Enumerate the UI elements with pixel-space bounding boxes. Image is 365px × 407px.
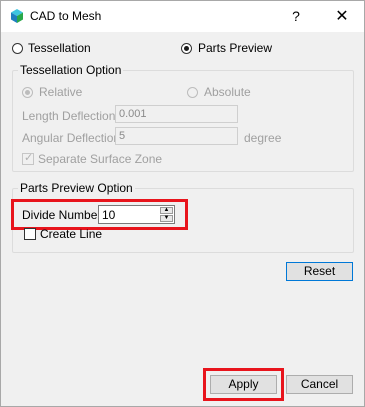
angular-deflection-input[interactable]: 5 [115, 127, 238, 145]
close-button[interactable]: ✕ [319, 1, 365, 32]
divide-number-highlight-box [11, 199, 188, 230]
relative-radio-label[interactable]: Relative [39, 85, 82, 99]
create-line-checkbox[interactable] [24, 228, 36, 240]
tessellation-option-legend: Tessellation Option [18, 63, 124, 77]
parts-preview-radio[interactable] [181, 43, 192, 54]
window-title: CAD to Mesh [30, 9, 102, 23]
length-deflection-label: Length Deflection [22, 109, 116, 123]
cancel-button[interactable]: Cancel [286, 375, 353, 394]
separate-surface-zone-checkbox[interactable]: ✓ [22, 152, 34, 165]
reset-button[interactable]: Reset [286, 262, 353, 281]
length-deflection-input[interactable]: 0.001 [115, 105, 238, 123]
checkmark-icon: ✓ [24, 152, 34, 164]
create-line-label[interactable]: Create Line [40, 227, 102, 241]
angular-deflection-label: Angular Deflection [22, 131, 121, 145]
absolute-radio-label[interactable]: Absolute [204, 85, 251, 99]
apply-highlight-box [203, 368, 284, 401]
tessellation-radio-label[interactable]: Tessellation [28, 41, 91, 55]
tessellation-radio[interactable] [12, 43, 23, 54]
separate-surface-zone-label[interactable]: Separate Surface Zone [38, 152, 162, 166]
relative-radio[interactable] [22, 87, 33, 98]
help-button[interactable]: ? [273, 1, 319, 32]
angular-unit-label: degree [244, 131, 282, 145]
parts-preview-option-legend: Parts Preview Option [18, 181, 135, 195]
cad-mesh-cube-icon [11, 9, 23, 23]
title-bar: CAD to Mesh ? ✕ [1, 1, 364, 32]
parts-preview-radio-label[interactable]: Parts Preview [198, 41, 272, 55]
cad-to-mesh-dialog: CAD to Mesh ? ✕ Tessellation Parts Previ… [0, 0, 365, 407]
absolute-radio[interactable] [187, 87, 198, 98]
